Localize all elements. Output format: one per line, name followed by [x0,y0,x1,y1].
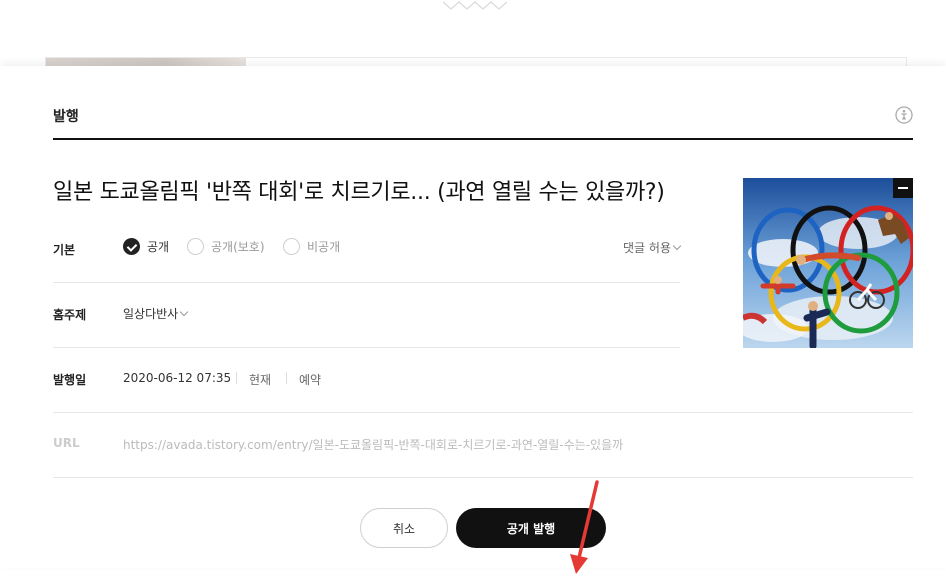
radio-private-label: 비공개 [307,240,341,254]
publish-now-option[interactable]: 현재 [249,371,271,388]
publish-button[interactable]: 공개 발행 [456,508,606,548]
category-row: 홈주제 일상다반사 [53,282,680,348]
url-label: URL [53,436,80,450]
publish-date-row: 발행일 2020-06-12 07:35 현재 예약 [53,347,913,413]
visibility-label: 기본 [53,243,76,257]
divider [286,372,287,384]
radio-checked-icon [123,238,140,255]
publish-date-label: 발행일 [53,373,87,387]
category-value: 일상다반사 [123,307,179,321]
radio-public[interactable]: 공개 [123,238,169,255]
url-value: https://avada.tistory.com/entry/일본-도쿄올림픽… [123,438,624,452]
radio-unchecked-icon [283,238,300,255]
post-thumbnail[interactable] [743,178,913,348]
comment-setting-label: 댓글 허용 [623,241,671,255]
modal-header: 발행 [53,66,913,140]
thumbnail-remove-button[interactable] [893,178,913,198]
cancel-button[interactable]: 취소 [360,508,448,548]
zigzag-decoration-icon [443,1,507,10]
modal-title: 발행 [53,109,79,125]
divider [236,372,237,384]
category-label: 홈주제 [53,308,87,322]
publish-date-value: 2020-06-12 07:35 [123,371,232,385]
info-icon[interactable] [895,106,913,124]
publish-modal: 발행 일본 도쿄올림픽 '반쪽 대회'로 치르기로... (과연 열릴 수는 있… [0,66,946,574]
radio-unchecked-icon [187,238,204,255]
post-title: 일본 도쿄올림픽 '반쪽 대회'로 치르기로... (과연 열릴 수는 있을까?… [53,180,665,205]
publish-reserve-option[interactable]: 예약 [299,371,321,388]
radio-protected[interactable]: 공개(보호) [187,238,265,255]
chevron-down-icon [672,241,682,251]
visibility-row: 기본 공개 공개(보호) 비공개 댓글 허용 [53,217,682,283]
comment-setting-dropdown[interactable]: 댓글 허용 [623,239,682,256]
olympic-rings-thumbnail-image [743,178,913,348]
radio-protected-label: 공개(보호) [211,240,265,254]
radio-public-label: 공개 [147,240,170,254]
category-dropdown[interactable]: 일상다반사 [123,305,189,322]
chevron-down-icon [179,307,189,317]
radio-private[interactable]: 비공개 [283,238,340,255]
background-page [0,0,946,70]
url-row: URL https://avada.tistory.com/entry/일본-도… [53,412,913,478]
